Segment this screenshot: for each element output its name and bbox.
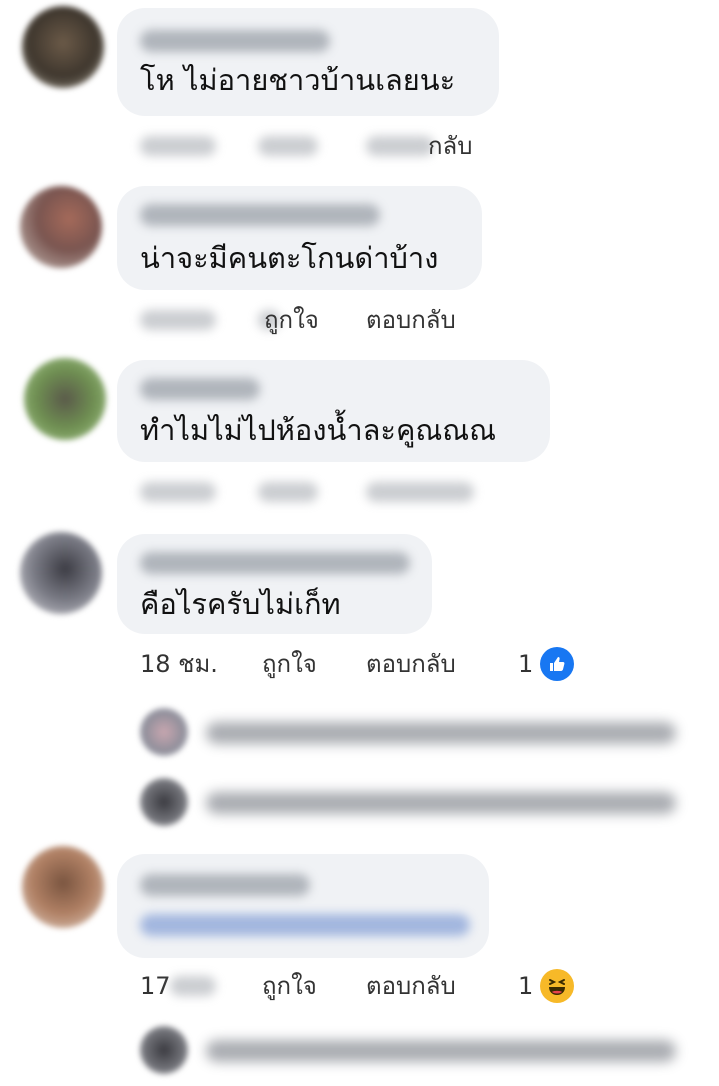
timestamp[interactable]: 17 xyxy=(140,968,171,1004)
reply-avatar xyxy=(140,778,188,826)
comment-actions: 18 ชม. ถูกใจ ตอบกลับ 1 xyxy=(140,646,600,682)
comment-actions: กลับ xyxy=(140,128,500,164)
reply-preview[interactable] xyxy=(140,778,700,838)
comment-bubble[interactable] xyxy=(117,854,489,958)
reply-button[interactable]: กลับ xyxy=(428,128,472,164)
reply-summary xyxy=(206,722,676,744)
mention-link[interactable] xyxy=(140,914,470,936)
timestamp[interactable] xyxy=(140,482,216,502)
like-icon[interactable] xyxy=(540,647,574,681)
author-name[interactable] xyxy=(140,378,260,400)
avatar[interactable] xyxy=(22,846,104,928)
timestamp-blur xyxy=(170,976,216,996)
comment-text: คือไรครับไม่เก็ท xyxy=(140,587,341,621)
like-button[interactable]: ถูกใจ xyxy=(262,646,317,682)
reply-summary xyxy=(206,792,676,814)
reaction-count[interactable]: 1 xyxy=(518,646,533,682)
avatar[interactable] xyxy=(24,358,106,440)
comment-actions xyxy=(140,474,500,510)
timestamp[interactable] xyxy=(140,310,216,330)
timestamp[interactable] xyxy=(140,136,216,156)
author-name[interactable] xyxy=(140,552,410,574)
comment-text: ทำไมไม่ไปห้องน้ำละคูณณณ xyxy=(140,413,497,447)
reply-button[interactable]: ตอบกลับ xyxy=(366,968,456,1004)
like-button[interactable]: ถูกใจ xyxy=(264,302,319,338)
reaction-count[interactable]: 1 xyxy=(518,968,533,1004)
timestamp[interactable]: 18 ชม. xyxy=(140,646,218,682)
reply-avatar xyxy=(140,708,188,756)
author-name[interactable] xyxy=(140,874,310,896)
author-name[interactable] xyxy=(140,204,380,226)
like-button[interactable]: ถูกใจ xyxy=(262,968,317,1004)
reply-avatar xyxy=(140,1026,188,1074)
reply-summary xyxy=(206,1040,676,1062)
reply-preview[interactable] xyxy=(140,708,700,768)
avatar[interactable] xyxy=(20,532,102,614)
author-name[interactable] xyxy=(140,30,330,52)
comment-text: น่าจะมีคนตะโกนด่าบ้าง xyxy=(140,241,439,275)
avatar[interactable] xyxy=(22,6,104,88)
laugh-icon[interactable] xyxy=(540,969,574,1003)
like-button[interactable] xyxy=(258,482,318,502)
reply-preview[interactable] xyxy=(140,1026,700,1086)
avatar[interactable] xyxy=(20,186,102,268)
reply-button[interactable] xyxy=(366,482,474,502)
reply-button-blur[interactable] xyxy=(366,136,434,156)
reply-button[interactable]: ตอบกลับ xyxy=(366,646,456,682)
comment-actions: 17 ถูกใจ ตอบกลับ 1 xyxy=(140,968,600,1004)
reply-button[interactable]: ตอบกลับ xyxy=(366,302,456,338)
like-button[interactable] xyxy=(258,136,318,156)
comment-actions: ถูกใจ ตอบกลับ xyxy=(140,302,540,338)
comment-text: โห ไม่อายชาวบ้านเลยนะ xyxy=(140,63,456,97)
